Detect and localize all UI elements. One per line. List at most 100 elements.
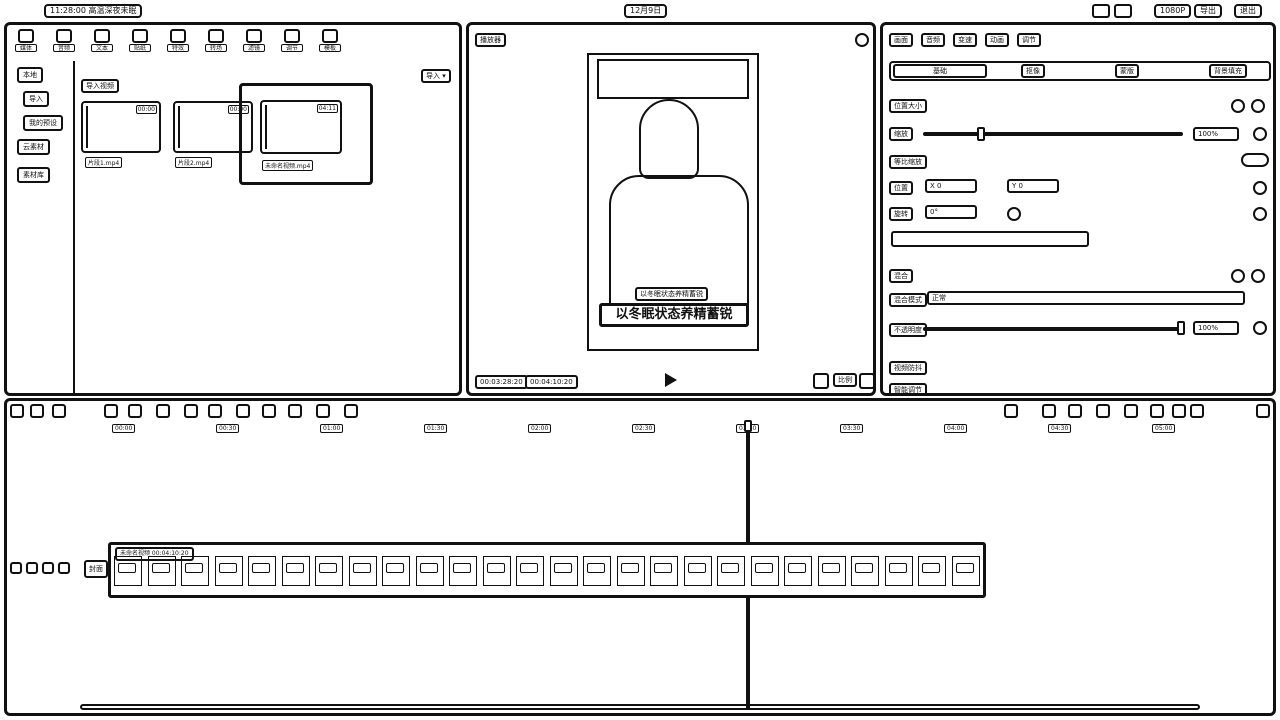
resolution-pill[interactable]: 1080P: [1154, 4, 1192, 18]
timeline-zoom-icon[interactable]: [1004, 404, 1018, 418]
timeline-zoom-icon[interactable]: [1124, 404, 1138, 418]
timeline-tool-icon[interactable]: [208, 404, 222, 418]
timeline-tool-icon[interactable]: [288, 404, 302, 418]
uniform-scale-toggle[interactable]: [1241, 153, 1269, 167]
toolbar-sticker-button[interactable]: 贴纸: [129, 29, 151, 52]
thumb-caption: 片段2.mp4: [175, 157, 213, 168]
inspector-tab[interactable]: 调节: [1017, 33, 1041, 47]
person-body: [609, 175, 749, 305]
clip-frame: [348, 556, 377, 586]
clip-frame: [147, 556, 176, 586]
rotate-icon[interactable]: [1007, 207, 1021, 221]
lock-track-icon[interactable]: [10, 562, 22, 574]
timeline-zoom-icon[interactable]: [1096, 404, 1110, 418]
sidebar-item[interactable]: 云素材: [17, 139, 50, 155]
sidebar-item[interactable]: 导入: [23, 91, 49, 107]
mute-track-icon[interactable]: [42, 562, 54, 574]
timeline-scrollbar[interactable]: [80, 704, 1200, 710]
selected-media-frame[interactable]: 04:11 未命名视频.mp4: [239, 83, 373, 185]
shortcut-icon[interactable]: [1092, 4, 1110, 18]
inspector-tab[interactable]: 音频: [921, 33, 945, 47]
inspector-subtab[interactable]: 蒙版: [1115, 64, 1139, 78]
scale-slider[interactable]: [923, 132, 1183, 136]
menu-icon[interactable]: [855, 33, 869, 47]
reset-icon[interactable]: [1231, 99, 1245, 113]
uniform-scale-label: 等比缩放: [889, 155, 927, 169]
scale-value[interactable]: 100%: [1193, 127, 1239, 141]
layout-icon[interactable]: [1114, 4, 1132, 18]
exit-button[interactable]: 退出: [1234, 4, 1262, 18]
timeline-tool-icon[interactable]: [262, 404, 276, 418]
stabilize-label[interactable]: 视频防抖: [889, 361, 927, 375]
timeline-tool-icon[interactable]: [316, 404, 330, 418]
inspector-tab[interactable]: 动画: [985, 33, 1009, 47]
timeline-zoom-icon[interactable]: [1068, 404, 1082, 418]
toolbar-template-button[interactable]: 模板: [319, 29, 341, 52]
position-keyframe-icon[interactable]: [1253, 181, 1267, 195]
inspector-subtab[interactable]: 基础: [893, 64, 987, 78]
timeline-tool-icon[interactable]: [10, 404, 24, 418]
sidebar-item[interactable]: 本地: [17, 67, 43, 83]
frame-thumbnail: [654, 563, 672, 573]
sidebar-item[interactable]: 我的预设: [23, 115, 63, 131]
blend-mode-select[interactable]: 正常: [927, 291, 1245, 305]
project-name[interactable]: 11:28:00 高温深夜未眠: [44, 4, 143, 18]
sidebar-item[interactable]: 素材库: [17, 167, 50, 183]
toolbar-transition-button[interactable]: 转场: [205, 29, 227, 52]
fullscreen-icon[interactable]: [859, 373, 873, 389]
total-time: 00:04:10:20: [525, 375, 578, 389]
keyframe-icon[interactable]: [1251, 99, 1265, 113]
clip-frame: [248, 556, 276, 586]
hide-track-icon[interactable]: [26, 562, 38, 574]
rotate-keyframe-icon[interactable]: [1253, 207, 1267, 221]
toolbar-text-button[interactable]: 文本: [91, 29, 113, 52]
x-field[interactable]: X 0: [925, 179, 977, 193]
timeline-tool-icon[interactable]: [156, 404, 170, 418]
export-button[interactable]: 导出: [1194, 4, 1222, 18]
toolbar-media-button[interactable]: 媒体: [15, 29, 37, 52]
rotate-field[interactable]: 0°: [925, 205, 977, 219]
timeline-tool-icon[interactable]: [344, 404, 358, 418]
timeline-zoom-icon[interactable]: [1256, 404, 1270, 418]
toolbar-filter-button[interactable]: 滤镜: [243, 29, 265, 52]
play-icon[interactable]: [665, 373, 677, 387]
timeline-zoom-icon[interactable]: [1150, 404, 1164, 418]
inspector-tab[interactable]: 变速: [953, 33, 977, 47]
inspector-tab[interactable]: 画面: [889, 33, 913, 47]
timeline-tool-icon[interactable]: [236, 404, 250, 418]
media-thumb[interactable]: 04:11: [260, 100, 342, 154]
video-preview[interactable]: 以冬眠状态养精蓄锐 以冬眠状态养精蓄锐: [587, 53, 759, 351]
blend-keyframe-icon[interactable]: [1251, 269, 1265, 283]
fit-icon[interactable]: [813, 373, 829, 389]
timeline-tool-icon[interactable]: [128, 404, 142, 418]
y-field[interactable]: Y 0: [1007, 179, 1059, 193]
timeline-tool-icon[interactable]: [52, 404, 66, 418]
timeline-tool-icon[interactable]: [30, 404, 44, 418]
ratio-button[interactable]: 比例: [833, 373, 857, 387]
timeline-tool-icon[interactable]: [184, 404, 198, 418]
timeline-tool-icon[interactable]: [104, 404, 118, 418]
opacity-slider[interactable]: [923, 327, 1183, 331]
track-menu-icon[interactable]: [58, 562, 70, 574]
scale-slider-knob[interactable]: [977, 127, 985, 141]
align-toolbar[interactable]: [891, 231, 1089, 247]
clip-frame: [315, 556, 343, 586]
blend-reset-icon[interactable]: [1231, 269, 1245, 283]
cover-button[interactable]: 封面: [84, 560, 108, 578]
opacity-keyframe-icon[interactable]: [1253, 321, 1267, 335]
scale-keyframe-icon[interactable]: [1253, 127, 1267, 141]
opacity-value[interactable]: 100%: [1193, 321, 1239, 335]
import-button[interactable]: 导入 ▾: [421, 69, 451, 83]
clip-frame: [449, 556, 477, 586]
opacity-slider-knob[interactable]: [1177, 321, 1185, 335]
timeline-zoom-icon[interactable]: [1190, 404, 1204, 418]
toolbar-audio-button[interactable]: 音频: [53, 29, 75, 52]
timeline-zoom-icon[interactable]: [1042, 404, 1056, 418]
toolbar-adjust-button[interactable]: 调节: [281, 29, 303, 52]
timeline-zoom-icon[interactable]: [1172, 404, 1186, 418]
toolbar-effects-button[interactable]: 特效: [167, 29, 189, 52]
inspector-subtab[interactable]: 背景填充: [1209, 64, 1247, 78]
media-thumb[interactable]: 00:00: [81, 101, 161, 153]
template-icon: [322, 29, 338, 43]
inspector-subtab[interactable]: 抠像: [1021, 64, 1045, 78]
